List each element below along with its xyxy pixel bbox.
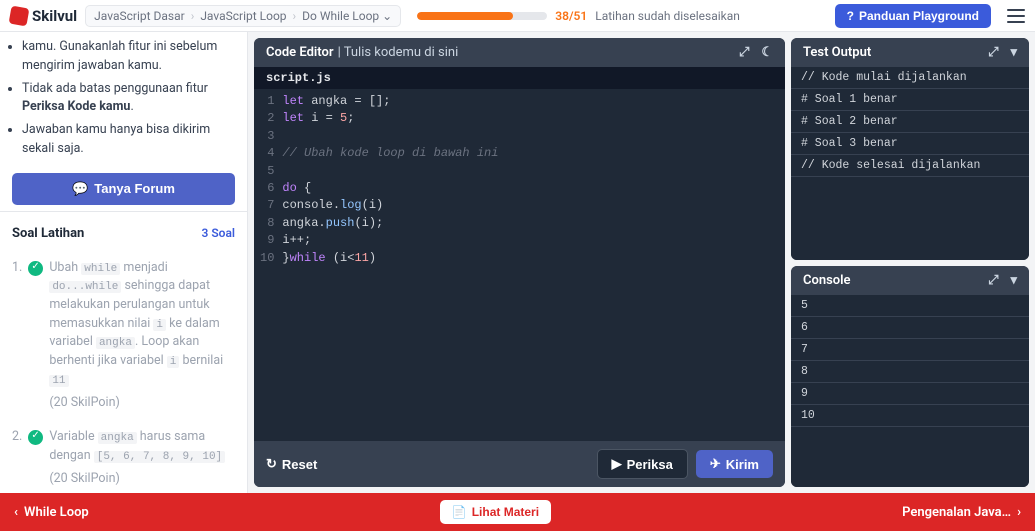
exercise-list: 1.Ubah while menjadi do...while sehingga… (0, 249, 247, 494)
play-icon: ▶ (612, 456, 622, 472)
exercise-header: Soal Latihan 3 Soal (0, 211, 247, 249)
file-tab[interactable]: script.js (254, 67, 785, 89)
chevron-left-icon: ‹ (14, 505, 18, 520)
next-lesson[interactable]: Pengenalan Java…› (902, 505, 1021, 520)
document-icon: 📄 (452, 505, 467, 519)
bc-1[interactable]: JavaScript Loop (200, 9, 286, 23)
refresh-icon: ↻ (266, 456, 277, 472)
more-icon[interactable]: ▾ (1010, 273, 1017, 288)
console-body: 5678910 (791, 295, 1029, 488)
top-header: Skilvul JavaScript Dasar › JavaScript Lo… (0, 0, 1035, 32)
playground-guide-button[interactable]: ?Panduan Playground (835, 4, 991, 28)
progress-text: 38/51 (555, 9, 587, 23)
menu-icon[interactable] (1007, 9, 1025, 23)
chevron-right-icon: › (293, 9, 297, 23)
instructions: kamu. Gunakanlah fitur ini sebelum mengi… (0, 32, 247, 167)
progress: 38/51 (417, 9, 587, 23)
test-output-header: Test Output ⤢▾ (791, 38, 1029, 67)
editor-header: Code Editor| Tulis kodemu di sini ⤢☾ (254, 38, 785, 67)
reset-button[interactable]: ↻Reset (266, 456, 317, 472)
code-area[interactable]: 12345678910 let angka = [];let i = 5; //… (254, 89, 785, 441)
more-icon[interactable]: ▾ (1010, 45, 1017, 60)
check-button[interactable]: ▶Periksa (597, 449, 688, 479)
prev-lesson[interactable]: ‹While Loop (14, 505, 89, 520)
exercise-count: 3 Soal (201, 226, 235, 240)
editor-footer: ↻Reset ▶Periksa ✈Kirim (254, 441, 785, 487)
chevron-right-icon: › (1017, 505, 1021, 520)
moon-icon[interactable]: ☾ (761, 45, 773, 60)
submit-button[interactable]: ✈Kirim (696, 450, 773, 478)
expand-icon[interactable]: ⤢ (739, 45, 749, 60)
code-editor-panel: Code Editor| Tulis kodemu di sini ⤢☾ scr… (254, 38, 785, 487)
bc-0[interactable]: JavaScript Dasar (94, 9, 185, 23)
view-material-button[interactable]: 📄Lihat Materi (440, 500, 551, 524)
expand-icon[interactable]: ⤢ (988, 45, 998, 60)
breadcrumb[interactable]: JavaScript Dasar › JavaScript Loop › Do … (85, 5, 401, 27)
check-icon (28, 261, 43, 276)
bc-2[interactable]: Do While Loop ⌄ (302, 9, 392, 23)
check-icon (28, 430, 43, 445)
progress-bar (417, 12, 547, 20)
chevron-down-icon: ⌄ (382, 9, 392, 23)
done-label: Latihan sudah diselesaikan (595, 9, 740, 23)
forum-button[interactable]: 💬Tanya Forum (12, 173, 235, 205)
console-header: Console ⤢▾ (791, 266, 1029, 295)
test-output-body: // Kode mulai dijalankan# Soal 1 benar# … (791, 67, 1029, 260)
logo[interactable]: Skilvul (10, 7, 77, 25)
test-output-panel: Test Output ⤢▾ // Kode mulai dijalankan#… (791, 38, 1029, 260)
logo-text: Skilvul (32, 7, 77, 25)
expand-icon[interactable]: ⤢ (988, 273, 998, 288)
send-icon: ✈ (710, 456, 721, 472)
bottom-nav: ‹While Loop 📄Lihat Materi Pengenalan Jav… (0, 493, 1035, 531)
sidebar: kamu. Gunakanlah fitur ini sebelum mengi… (0, 32, 248, 493)
exercise-item: 2.Variable angka harus sama dengan [5, 6… (12, 422, 235, 493)
exercise-item: 1.Ubah while menjadi do...while sehingga… (12, 253, 235, 423)
question-icon: ? (847, 9, 854, 23)
chevron-right-icon: › (191, 9, 195, 23)
chat-icon: 💬 (72, 181, 88, 197)
console-panel: Console ⤢▾ 5678910 (791, 266, 1029, 488)
logo-icon (9, 5, 30, 26)
